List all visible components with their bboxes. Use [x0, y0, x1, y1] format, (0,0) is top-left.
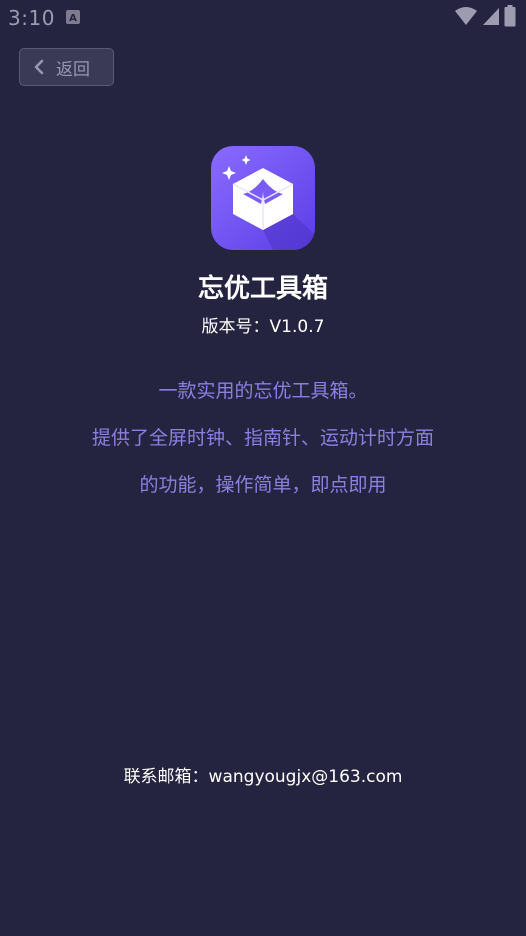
back-button[interactable]: 返回	[19, 48, 114, 86]
app-version: 版本号：V1.0.7	[201, 317, 325, 337]
chevron-left-icon	[34, 59, 44, 75]
svg-text:A: A	[69, 13, 77, 24]
description-line-3: 的功能，操作简单，即点即用	[139, 474, 387, 496]
wifi-icon	[454, 6, 478, 30]
contact-email: 联系邮箱：wangyougjx@163.com	[123, 767, 403, 787]
status-bar: 3:10 A	[0, 0, 526, 36]
signal-icon	[482, 6, 500, 30]
description-line-1: 一款实用的忘优工具箱。	[158, 380, 368, 402]
battery-icon	[504, 5, 516, 31]
notification-a-icon: A	[66, 10, 80, 24]
back-label: 返回	[56, 59, 90, 80]
toolbox-box-icon	[211, 146, 315, 250]
app-name: 忘优工具箱	[197, 274, 328, 304]
status-icons	[454, 5, 516, 31]
description-line-2: 提供了全屏时钟、指南针、运动计时方面	[91, 427, 434, 449]
status-time: 3:10	[8, 6, 55, 30]
